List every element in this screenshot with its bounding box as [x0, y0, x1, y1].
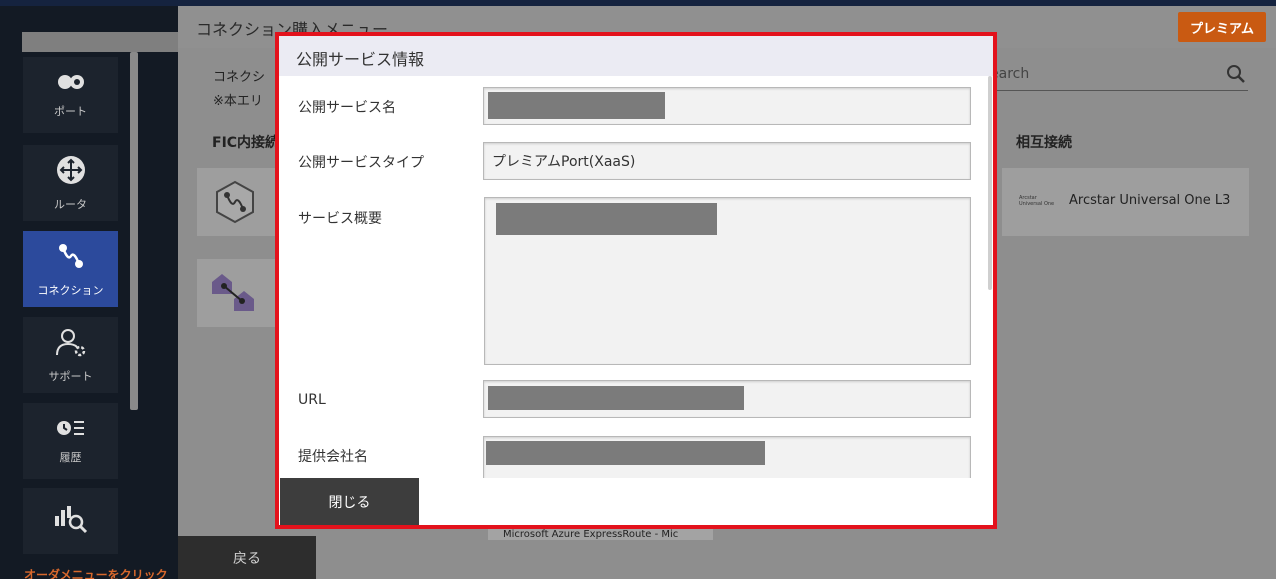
port-icon — [56, 72, 86, 95]
service-name-field[interactable] — [483, 87, 971, 125]
back-button[interactable]: 戻る — [178, 536, 316, 579]
dialog-header: 公開サービス情報 — [279, 36, 993, 76]
dialog-body: 公開サービス名 公開サービスタイプ プレミアムPort(XaaS) サービス概要… — [279, 76, 993, 478]
fic-card-connection[interactable] — [197, 168, 277, 236]
url-field[interactable] — [483, 380, 971, 418]
sidebar-item-label: コネクション — [37, 283, 104, 297]
sidebar-item-history[interactable]: 履歴 — [23, 403, 118, 479]
description-text-1: コネクシ — [213, 70, 266, 85]
sidebar-item-monitoring[interactable] — [23, 488, 118, 554]
connection-hex-icon — [213, 180, 257, 228]
sidebar-scrollbar[interactable] — [130, 52, 138, 410]
service-name-label: 公開サービス名 — [298, 100, 396, 116]
sidebar-item-label: 履歴 — [59, 450, 82, 464]
arcstar-logo-line-2: Universal One — [1019, 201, 1055, 207]
dialog-scrollbar[interactable] — [988, 76, 992, 290]
search-underline — [990, 90, 1248, 91]
arcstar-logo: Arcstar Universal One — [1019, 195, 1054, 207]
close-button[interactable]: 閉じる — [280, 478, 419, 525]
dialog-title: 公開サービス情報 — [296, 50, 425, 69]
public-service-info-dialog: 公開サービス情報 公開サービス名 公開サービスタイプ プレミアムPort(Xaa… — [275, 32, 997, 529]
provider-company-field[interactable] — [483, 436, 971, 478]
sidebar-item-label: ルータ — [54, 197, 87, 211]
sidebar-item-connection[interactable]: コネクション — [23, 231, 118, 307]
description-text-2: ※本エリ — [213, 94, 263, 109]
order-menu-link[interactable]: オーダメニューをクリック — [24, 566, 178, 579]
redacted-block — [488, 92, 665, 119]
router-icon — [56, 155, 86, 188]
section-fic-heading: FIC内接続 — [212, 135, 280, 151]
arcstar-label: Arcstar Universal One L3 — [1069, 193, 1231, 208]
cloud-connect-icon — [212, 269, 258, 319]
support-icon — [54, 327, 88, 360]
redacted-block — [496, 203, 717, 235]
redacted-block — [488, 386, 744, 410]
sidebar-header-strip — [22, 32, 178, 52]
url-label: URL — [298, 392, 326, 408]
sidebar: ポート ルータ コネクション サポート 履歴 オーダメニューをクリック — [0, 6, 178, 579]
service-overview-label: サービス概要 — [298, 211, 382, 227]
redacted-block — [486, 441, 765, 465]
service-type-field[interactable]: プレミアムPort(XaaS) — [483, 142, 971, 180]
premium-button[interactable]: プレミアム — [1178, 12, 1266, 42]
monitoring-icon — [54, 506, 88, 537]
sidebar-item-support[interactable]: サポート — [23, 317, 118, 393]
sidebar-item-router[interactable]: ルータ — [23, 145, 118, 221]
service-type-label: 公開サービスタイプ — [298, 155, 424, 171]
search-icon[interactable] — [1226, 64, 1246, 88]
service-overview-textarea[interactable] — [484, 197, 971, 365]
sidebar-item-port[interactable]: ポート — [23, 57, 118, 133]
provider-company-label: 提供会社名 — [298, 449, 368, 465]
service-type-value: プレミアムPort(XaaS) — [492, 154, 636, 170]
history-icon — [56, 418, 86, 441]
azure-label: Microsoft Azure ExpressRoute - Mic — [503, 529, 679, 540]
fic-card-cloud[interactable] — [197, 259, 277, 327]
connection-icon — [56, 241, 86, 274]
sidebar-item-label: ポート — [54, 104, 87, 118]
mutual-card-arcstar[interactable]: Arcstar Universal One Arcstar Universal … — [1002, 168, 1249, 236]
sidebar-item-label: サポート — [48, 369, 93, 383]
section-mutual-heading: 相互接続 — [1016, 135, 1072, 151]
